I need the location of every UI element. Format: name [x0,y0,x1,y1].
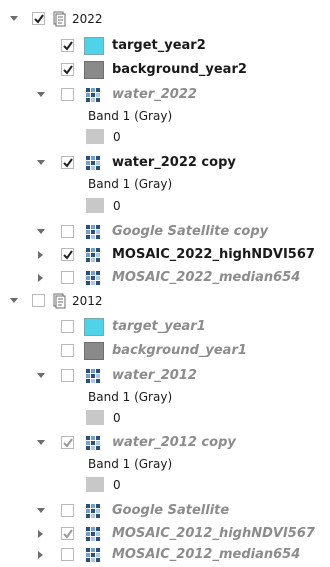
raster-layer-icon [85,247,101,263]
layer-row-background-year2[interactable]: background_year2 [0,59,330,81]
layers-tree: 2022 target_year2 background_year2 water… [0,0,330,566]
legend-swatch [86,129,104,144]
layer-row-target-year1[interactable]: target_year1 [0,316,330,338]
layer-label: water_2022 [112,87,197,102]
legend-value: 0 [113,478,121,492]
layer-checkbox[interactable] [61,88,74,101]
layer-row-water-2022-copy[interactable]: water_2022 copy [0,152,330,174]
chevron-down-icon[interactable] [36,227,46,237]
layer-checkbox[interactable] [61,436,74,449]
layer-label: MOSAIC_2022_median654 [112,270,301,285]
layer-label: water_2022 copy [112,155,236,170]
legend-swatch [86,198,104,213]
group-row-2022[interactable]: 2022 [0,8,330,30]
layer-row-target-year2[interactable]: target_year2 [0,35,330,57]
band-row: Band 1 (Gray) [0,174,330,194]
band-label: Band 1 (Gray) [88,457,173,471]
layer-checkbox[interactable] [61,527,74,540]
legend-row: 0 [0,126,330,146]
layer-row-water-2022[interactable]: water_2022 [0,84,330,106]
layer-checkbox[interactable] [61,248,74,261]
layer-checkbox[interactable] [61,39,74,52]
legend-value: 0 [113,199,121,213]
raster-layer-icon [85,224,101,240]
group-row-2012[interactable]: 2012 [0,290,330,312]
raster-layer-icon [85,526,101,542]
layer-row-mosaic-2012-highndvi567[interactable]: MOSAIC_2012_highNDVI567 [0,523,330,545]
layer-label: MOSAIC_2012_highNDVI567 [112,526,315,541]
symbol-swatch [84,342,104,360]
band-label: Band 1 (Gray) [88,109,173,123]
group-label: 2012 [72,294,103,308]
layer-label: Google Satellite [112,503,230,518]
layer-row-google-satellite-copy[interactable]: Google Satellite copy [0,221,330,243]
chevron-right-icon[interactable] [36,529,46,539]
band-row: Band 1 (Gray) [0,106,330,126]
legend-swatch [86,410,104,425]
layer-row-water-2012[interactable]: water_2012 [0,365,330,387]
chevron-down-icon[interactable] [36,90,46,100]
layer-checkbox[interactable] [61,63,74,76]
layer-label: background_year2 [112,62,247,77]
symbol-swatch [84,61,104,79]
layer-label: background_year1 [112,343,247,358]
raster-layer-icon [85,547,101,563]
layer-checkbox[interactable] [61,271,74,284]
layer-group-icon [51,293,67,309]
band-row: Band 1 (Gray) [0,387,330,407]
layer-checkbox[interactable] [61,225,74,238]
chevron-down-icon[interactable] [36,438,46,448]
raster-layer-icon [85,435,101,451]
layer-checkbox[interactable] [61,320,74,333]
raster-layer-icon [85,155,101,171]
raster-layer-icon [85,503,101,519]
chevron-down-icon[interactable] [36,371,46,381]
layer-row-water-2012-copy[interactable]: water_2012 copy [0,432,330,454]
group-checkbox-2012[interactable] [32,294,45,307]
band-label: Band 1 (Gray) [88,390,173,404]
layer-label: Google Satellite copy [112,224,269,239]
layer-checkbox[interactable] [61,504,74,517]
layer-row-background-year1[interactable]: background_year1 [0,340,330,362]
legend-row: 0 [0,407,330,427]
legend-value: 0 [113,411,121,425]
layer-label: water_2012 copy [112,435,236,450]
layer-label: MOSAIC_2012_median654 [112,547,301,562]
chevron-right-icon[interactable] [36,550,46,560]
legend-row: 0 [0,195,330,215]
layer-label: target_year1 [112,319,206,334]
layer-checkbox[interactable] [61,369,74,382]
band-row: Band 1 (Gray) [0,454,330,474]
layer-group-icon [51,11,67,27]
group-label: 2022 [72,12,103,26]
chevron-down-icon[interactable] [36,506,46,516]
raster-layer-icon [85,87,101,103]
group-checkbox-2022[interactable] [32,12,45,25]
symbol-swatch [84,37,104,55]
layer-row-google-satellite[interactable]: Google Satellite [0,500,330,522]
layer-row-mosaic-2022-highndvi567[interactable]: MOSAIC_2022_highNDVI567 [0,244,330,266]
layer-row-mosaic-2012-median654[interactable]: MOSAIC_2012_median654 [0,544,330,566]
symbol-swatch [84,318,104,336]
layer-label: MOSAIC_2022_highNDVI567 [112,247,315,262]
layer-row-mosaic-2022-median654[interactable]: MOSAIC_2022_median654 [0,267,330,289]
layer-checkbox[interactable] [61,156,74,169]
chevron-right-icon[interactable] [36,250,46,260]
layer-label: target_year2 [112,38,206,53]
chevron-down-icon[interactable] [9,296,19,306]
chevron-right-icon[interactable] [36,273,46,283]
layer-label: water_2012 [112,368,197,383]
chevron-down-icon[interactable] [36,158,46,168]
chevron-down-icon[interactable] [9,14,19,24]
legend-swatch [86,477,104,492]
band-label: Band 1 (Gray) [88,177,173,191]
layer-checkbox[interactable] [61,548,74,561]
layer-checkbox[interactable] [61,344,74,357]
legend-row: 0 [0,474,330,494]
legend-value: 0 [113,130,121,144]
raster-layer-icon [85,368,101,384]
raster-layer-icon [85,270,101,286]
